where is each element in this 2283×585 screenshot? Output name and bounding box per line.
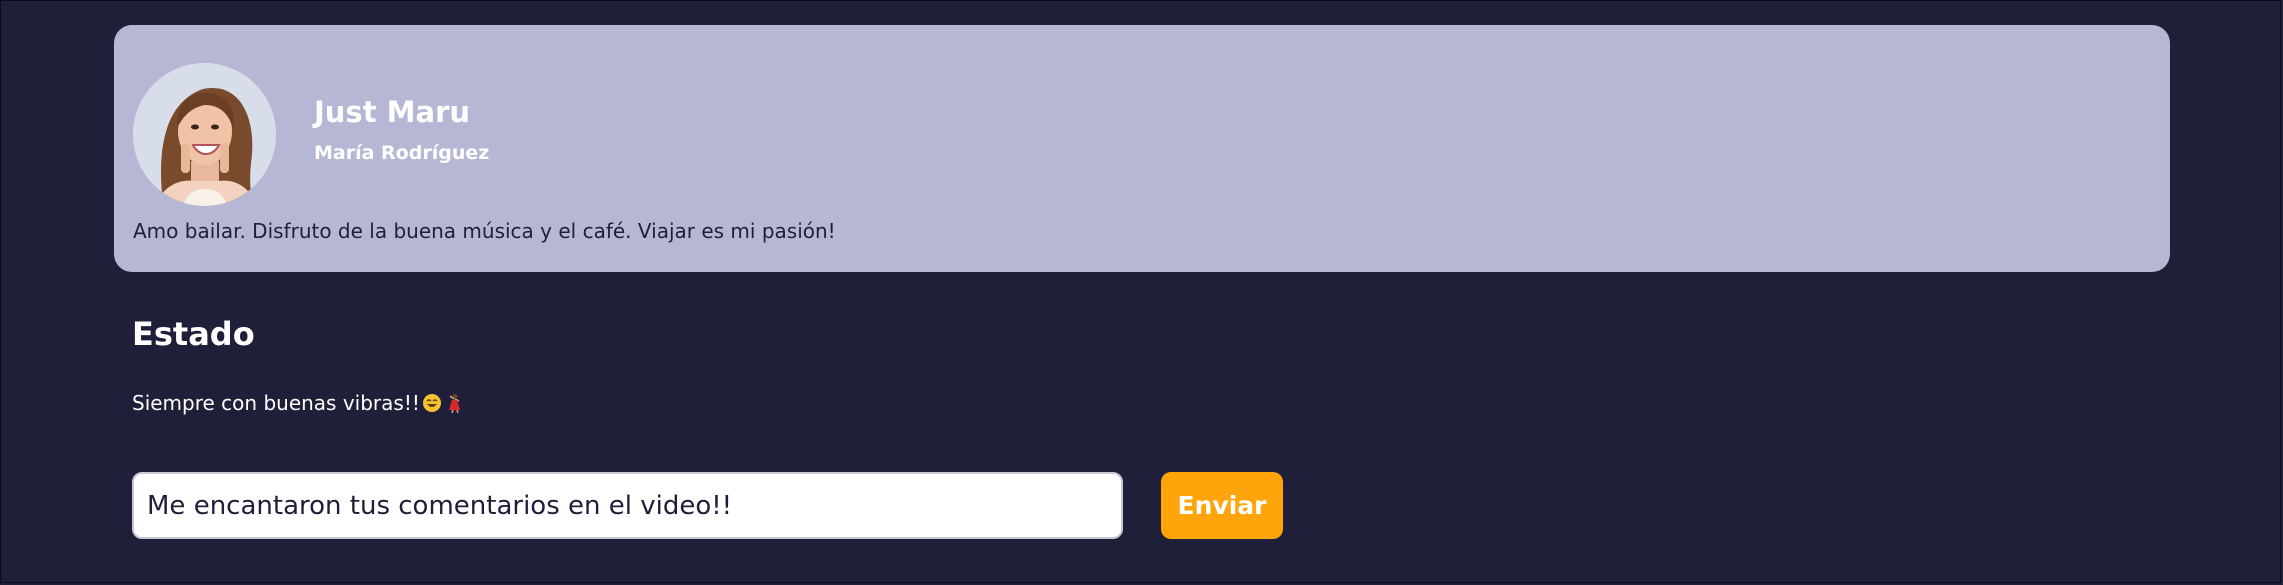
profile-bio: Amo bailar. Disfruto de la buena música …: [133, 219, 836, 243]
profile-full-name: María Rodríguez: [314, 142, 490, 164]
status-heading: Estado: [132, 315, 255, 353]
avatar: [133, 63, 276, 206]
status-text: Siempre con buenas vibras!!: [132, 391, 420, 415]
status-message: Siempre con buenas vibras!!: [132, 391, 464, 415]
send-button[interactable]: Enviar: [1161, 472, 1283, 539]
profile-display-name: Just Maru: [314, 95, 471, 129]
comment-input[interactable]: [132, 472, 1123, 539]
profile-photo-icon: [133, 63, 276, 206]
grinning-face-icon: [422, 393, 442, 413]
woman-dancing-icon: [444, 393, 464, 414]
profile-card: Just Maru María Rodríguez Amo bailar. Di…: [114, 25, 2170, 272]
